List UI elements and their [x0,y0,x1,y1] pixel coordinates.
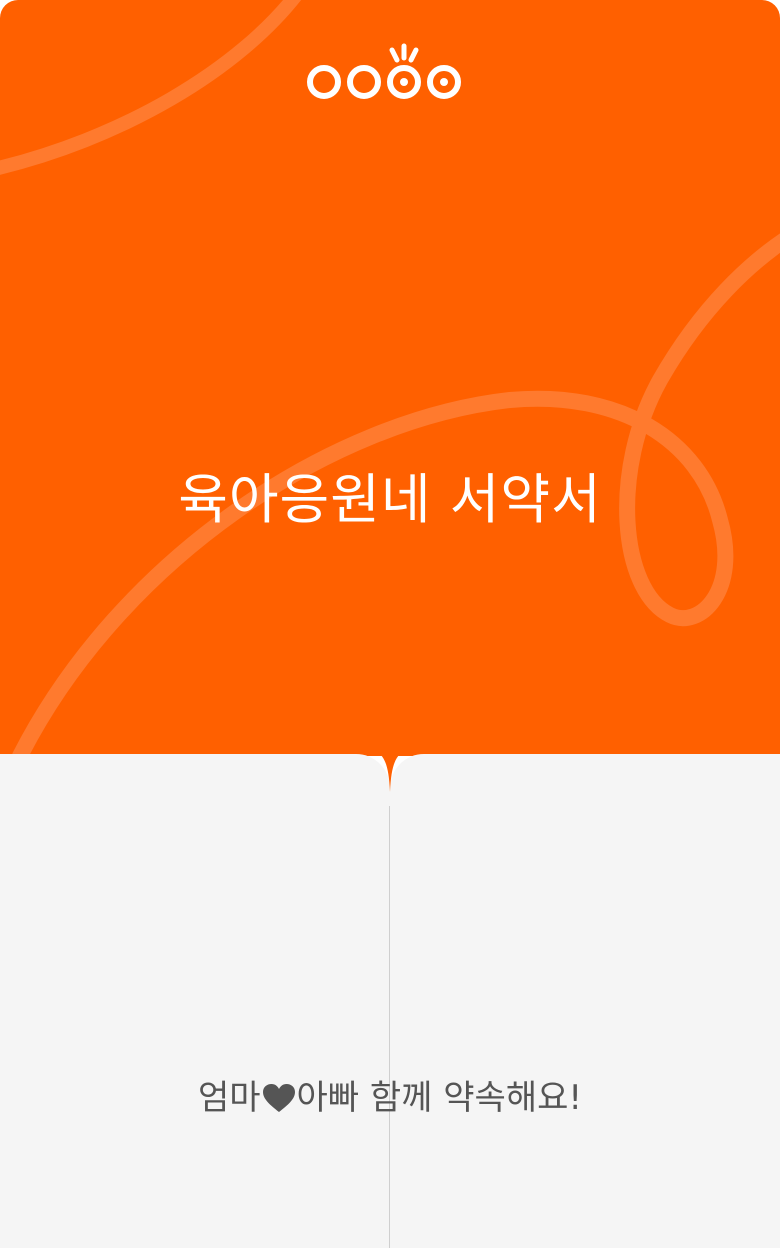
left-flap [0,754,390,1248]
page-title: 육아응원네 서약서 [178,468,602,531]
pledge-subtitle: 엄마 아빠 함께 약속해요! [0,1072,780,1124]
heart-icon [262,1084,295,1112]
contract-card: 육아응원네 서약서 엄마 아빠 함께 약속해요! [0,0,780,1248]
subtitle-mom: 엄마 [197,1078,261,1118]
ribbon-decoration [0,0,780,756]
flap-notch [380,754,400,792]
brand-logo-icon [307,43,461,99]
right-flap [390,754,780,1248]
fold-line [389,806,390,1248]
subtitle-dad: 아빠 함께 약속해요! [296,1078,583,1118]
envelope-flaps: 엄마 아빠 함께 약속해요! [0,754,780,1248]
cover-panel: 육아응원네 서약서 [0,0,780,756]
